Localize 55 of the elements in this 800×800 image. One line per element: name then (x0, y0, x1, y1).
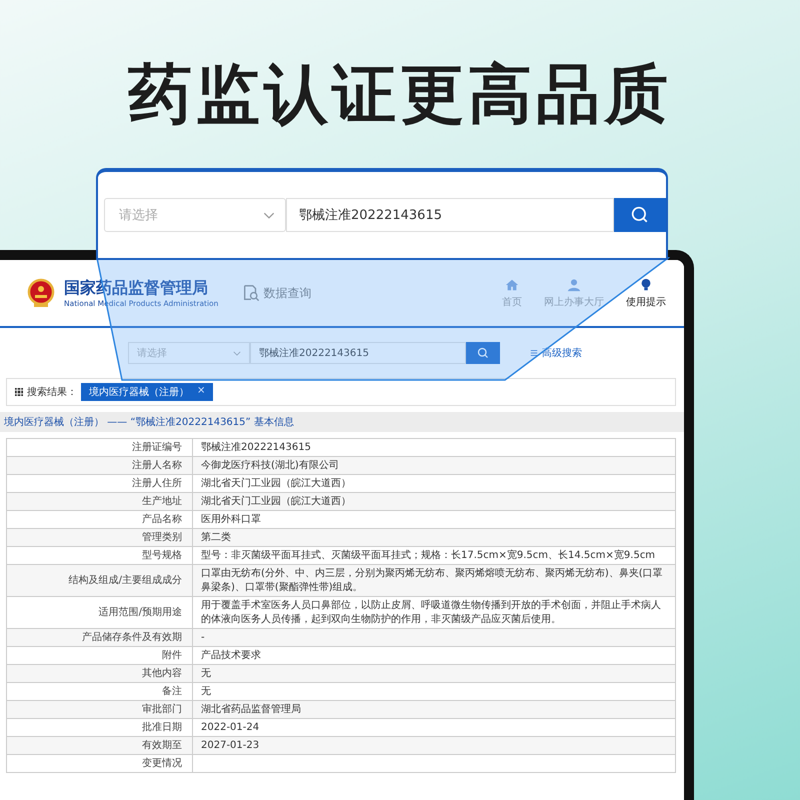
search-button[interactable] (466, 342, 500, 364)
field-value: 湖北省天门工业园（皖江大道西） (200, 494, 352, 509)
filter-tag[interactable]: 境内医疗器械（注册） × (81, 383, 214, 401)
field-value: 产品技术要求 (200, 648, 262, 663)
field-value: 2027-01-23 (200, 739, 260, 753)
person-icon (567, 278, 581, 292)
section-title: 数据查询 (263, 284, 312, 302)
chevron-down-icon (263, 212, 275, 218)
field-label: 有效期至 (7, 737, 193, 754)
emblem-icon (26, 278, 56, 308)
nav-link[interactable]: 使用提示 (626, 278, 666, 308)
search-icon (631, 206, 649, 224)
field-label: 审批部门 (7, 701, 193, 718)
field-label: 结构及组成/主要组成成分 (7, 565, 193, 596)
results-label: 搜索结果： (27, 386, 77, 399)
field-value: 口罩由无纺布(分外、中、内三层，分别为聚丙烯无纺布、聚丙烯熔喷无纺布、聚丙烯无纺布)、鼻夹(口罩鼻梁条)、口罩带(聚酯弹性带)组成。 (200, 566, 664, 595)
field-label: 注册证编号 (7, 439, 193, 456)
field-value: 今御龙医疗科技(湖北)有限公司 (200, 458, 340, 473)
field-label: 变更情况 (7, 755, 193, 772)
headline: 药监认证更高品质 (127, 57, 673, 134)
field-label: 批准日期 (7, 719, 193, 736)
search-button[interactable] (614, 198, 666, 232)
field-label: 管理类别 (7, 529, 193, 546)
field-value: 无 (200, 667, 212, 681)
field-value: 2022-01-24 (200, 721, 260, 735)
field-value: 用于覆盖手术室医务人员口鼻部位，以防止皮屑、呼吸道微生物传播到开放的手术创面，并阻止手术病人的体液向医务人员传播，起到双向生物防护的作用，非灭菌级产品应灭菌后使用。 (200, 598, 662, 627)
field-label: 产品名称 (7, 511, 193, 528)
field-value: 型号：非灭菌级平面耳挂式、灭菌级平面耳挂式；规格：长17.5cm×宽9.5cm、长14.5cm×宽9.5cm (200, 548, 656, 563)
grid-icon (15, 388, 23, 396)
field-label: 生产地址 (7, 493, 193, 510)
field-label: 备注 (7, 683, 193, 700)
home-icon (505, 278, 519, 292)
field-label: 注册人名称 (7, 457, 193, 474)
search-field[interactable]: 鄂械注准20222143615 (286, 198, 614, 232)
field-value: 医用外科口罩 (200, 512, 262, 527)
remove-tag-button[interactable]: × (197, 385, 206, 399)
field-label: 适用范围/预期用途 (7, 597, 193, 628)
search-icon (477, 347, 489, 359)
field-value: 第二类 (200, 530, 232, 545)
list-icon (530, 349, 538, 357)
chevron-down-icon (233, 350, 241, 356)
search-field[interactable]: 鄂械注准20222143615 (250, 342, 466, 364)
document-search-icon (242, 284, 260, 302)
field-label: 型号规格 (7, 547, 193, 564)
field-value: 湖北省天门工业园（皖江大道西） (200, 476, 352, 491)
field-value: 鄂械注准20222143615 (200, 440, 312, 455)
field-value: 无 (200, 685, 212, 699)
lightbulb-icon (639, 278, 653, 292)
field-value: - (200, 631, 206, 645)
section-heading: 境内医疗器械（注册） —— “鄂械注准20222143615” 基本信息 (0, 412, 684, 432)
field-value: 湖北省药品监督管理局 (200, 702, 302, 717)
field-label: 附件 (7, 647, 193, 664)
field-label: 产品储存条件及有效期 (7, 629, 193, 646)
field-label: 其他内容 (7, 665, 193, 682)
field-label: 注册人住所 (7, 475, 193, 492)
